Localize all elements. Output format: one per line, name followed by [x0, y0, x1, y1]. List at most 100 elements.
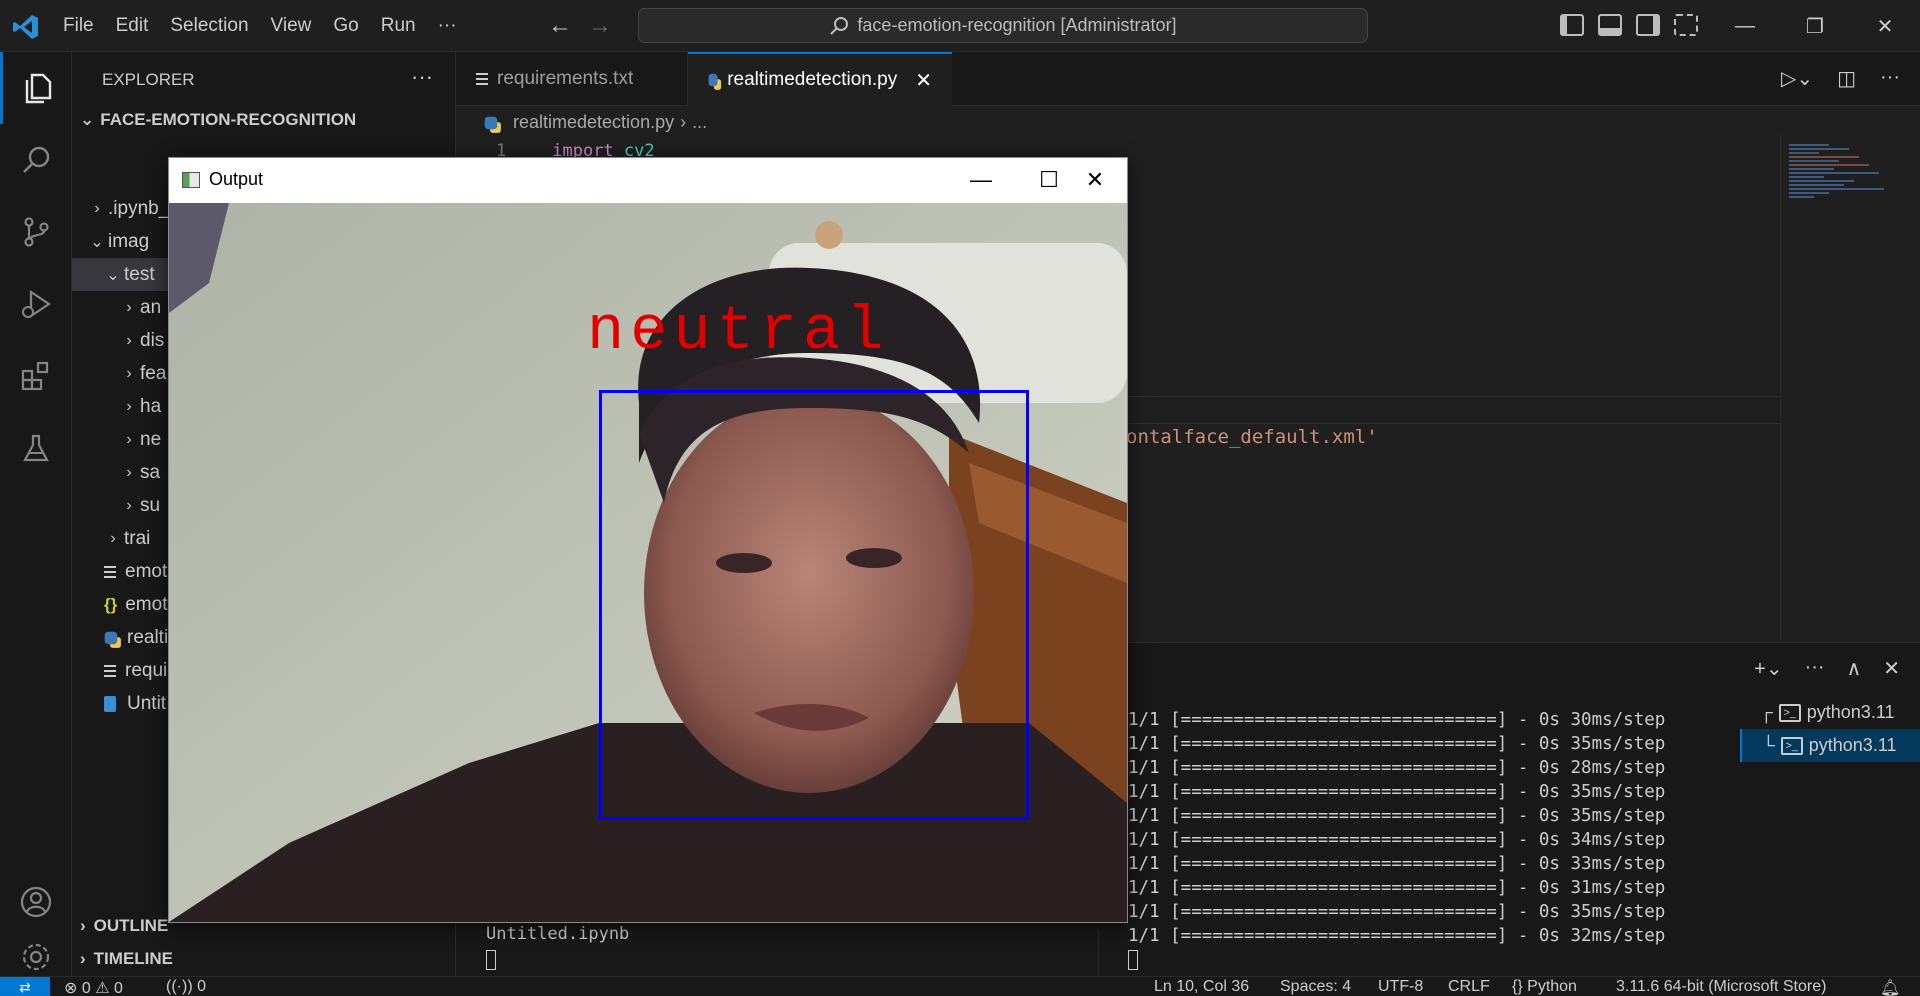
- split-editor-icon[interactable]: ◫: [1837, 66, 1856, 91]
- terminal-line: 1/1 [==============================] - 0…: [1128, 878, 1666, 898]
- chevron-right-icon: ›: [126, 364, 132, 382]
- face-bounding-box: [599, 390, 1029, 820]
- terminal-line: 1/1 [==============================] - 0…: [1128, 902, 1666, 922]
- remote-indicator[interactable]: ⇄: [0, 977, 50, 996]
- close-panel-icon[interactable]: ✕: [1883, 656, 1900, 681]
- minimap[interactable]: [1780, 134, 1900, 639]
- terminal-list-item[interactable]: └ >_ python3.11: [1740, 729, 1920, 762]
- explorer-title: EXPLORER: [102, 70, 195, 89]
- accounts-activity[interactable]: [0, 866, 72, 938]
- encoding-status[interactable]: UTF-8: [1378, 978, 1423, 996]
- menu-view[interactable]: View: [260, 15, 323, 37]
- chevron-down-icon: ⌄: [106, 266, 120, 284]
- menu-file[interactable]: File: [52, 15, 105, 37]
- testing-activity[interactable]: [0, 412, 72, 484]
- minimize-icon[interactable]: —: [1710, 0, 1780, 52]
- chevron-right-icon: ›: [126, 496, 132, 514]
- outline-label: OUTLINE: [93, 916, 169, 935]
- menu-edit[interactable]: Edit: [105, 15, 160, 37]
- root-folder[interactable]: ⌄ FACE-EMOTION-RECOGNITION: [80, 110, 356, 130]
- run-debug-activity[interactable]: [0, 268, 72, 340]
- chevron-right-icon: ›: [126, 298, 132, 316]
- back-arrow-icon[interactable]: ←: [548, 12, 572, 40]
- indentation-status[interactable]: Spaces: 4: [1280, 978, 1351, 996]
- customize-layout-icon[interactable]: [1674, 14, 1698, 36]
- explorer-more-button[interactable]: ···: [411, 64, 433, 90]
- nav-arrows: ← →: [548, 12, 612, 40]
- manage-activity[interactable]: [0, 938, 72, 976]
- menu-more[interactable]: ···: [427, 15, 468, 37]
- terminal-left-pane[interactable]: Untitled.ipynb: [486, 924, 629, 975]
- tree-item-label: an: [140, 296, 162, 318]
- emotion-label: neutral: [587, 296, 890, 367]
- forward-arrow-icon[interactable]: →: [588, 12, 612, 40]
- new-terminal-icon[interactable]: +⌄: [1754, 656, 1782, 681]
- account-icon: [20, 886, 52, 918]
- command-center[interactable]: face-emotion-recognition [Administrator]: [638, 8, 1368, 43]
- restore-icon[interactable]: ❐: [1780, 0, 1850, 52]
- notifications-bell-icon[interactable]: 🔔︎: [1880, 978, 1900, 996]
- minimize-icon[interactable]: —: [953, 163, 1009, 197]
- warning-icon: ⚠: [95, 980, 110, 996]
- chevron-down-icon: ⌄: [80, 110, 95, 129]
- tree-item-label: imag: [108, 230, 150, 252]
- interpreter-status[interactable]: 3.11.6 64-bit (Microsoft Store): [1616, 978, 1826, 996]
- toggle-secondary-sidebar-icon[interactable]: [1636, 14, 1660, 36]
- tree-connector: └: [1762, 735, 1775, 755]
- tree-item-label: ne: [140, 428, 162, 450]
- close-tab-icon[interactable]: ✕: [915, 68, 932, 93]
- breadcrumb-rest[interactable]: ...: [692, 112, 707, 133]
- menu-selection[interactable]: Selection: [159, 15, 259, 37]
- close-icon[interactable]: ✕: [1850, 0, 1920, 52]
- terminal-line: 1/1 [==============================] - 0…: [1128, 758, 1666, 778]
- search-activity[interactable]: [0, 124, 72, 196]
- tree-item-label: fea: [140, 362, 167, 384]
- language-label: Python: [1527, 978, 1577, 995]
- more-actions-icon[interactable]: ···: [1880, 66, 1900, 91]
- files-icon: [25, 73, 51, 104]
- source-control-activity[interactable]: [0, 196, 72, 268]
- output-window-title: Output: [209, 169, 264, 189]
- extensions-icon: [21, 361, 49, 391]
- terminal-list: ┌ >_ python3.11 └ >_ python3.11: [1740, 696, 1920, 762]
- timeline-section[interactable]: › TIMELINE: [80, 949, 173, 969]
- terminal-list-item[interactable]: ┌ >_ python3.11: [1740, 696, 1920, 729]
- broadcast-icon: ((·)): [166, 978, 193, 995]
- menu-go[interactable]: Go: [322, 15, 369, 37]
- panel-actions: +⌄ ··· ∧ ✕: [1754, 656, 1900, 681]
- chevron-right-icon: ›: [94, 199, 100, 217]
- menu-run[interactable]: Run: [370, 15, 427, 37]
- terminal-name: python3.11: [1808, 735, 1897, 755]
- code-string-literal[interactable]: ontalface_default.xml': [1126, 426, 1378, 448]
- flask-icon: [23, 434, 49, 462]
- output-window-titlebar[interactable]: Output — ☐ ✕: [169, 158, 1127, 203]
- extensions-activity[interactable]: [0, 340, 72, 412]
- close-icon[interactable]: ✕: [1067, 163, 1123, 197]
- explorer-activity[interactable]: [0, 52, 72, 124]
- panel-more-icon[interactable]: ···: [1805, 656, 1825, 681]
- python-icon: [484, 116, 498, 129]
- run-python-icon[interactable]: ▷⌄: [1781, 66, 1813, 91]
- toggle-panel-icon[interactable]: [1598, 14, 1622, 36]
- ports-count: 0: [197, 978, 206, 995]
- toggle-primary-sidebar-icon[interactable]: [1560, 14, 1584, 36]
- tab-realtimedetection[interactable]: realtimedetection.py ✕: [688, 52, 952, 106]
- terminal-output[interactable]: 1/1 [==============================] - 0…: [1128, 708, 1665, 977]
- lines-icon: [104, 664, 116, 677]
- terminal-split-divider[interactable]: [1098, 930, 1099, 976]
- problems-status[interactable]: ⊗ 0 ⚠ 0: [64, 978, 123, 996]
- breadcrumb: realtimedetection.py › ...: [484, 112, 707, 133]
- ports-status[interactable]: ((·)) 0: [166, 978, 206, 996]
- outline-section[interactable]: › OUTLINE: [80, 916, 168, 936]
- tree-item-label: dis: [140, 329, 165, 351]
- language-status[interactable]: {} Python: [1512, 978, 1577, 996]
- breadcrumb-file[interactable]: realtimedetection.py: [513, 112, 674, 133]
- eol-status[interactable]: CRLF: [1448, 978, 1490, 996]
- cursor-position[interactable]: Ln 10, Col 36: [1154, 978, 1249, 996]
- lines-icon: [104, 565, 116, 578]
- terminal-line: 1/1 [==============================] - 0…: [1128, 926, 1666, 946]
- timeline-label: TIMELINE: [93, 949, 174, 968]
- tab-requirements[interactable]: requirements.txt: [456, 52, 688, 106]
- maximize-panel-icon[interactable]: ∧: [1847, 656, 1862, 681]
- output-window[interactable]: Output — ☐ ✕ neutral: [168, 157, 1128, 923]
